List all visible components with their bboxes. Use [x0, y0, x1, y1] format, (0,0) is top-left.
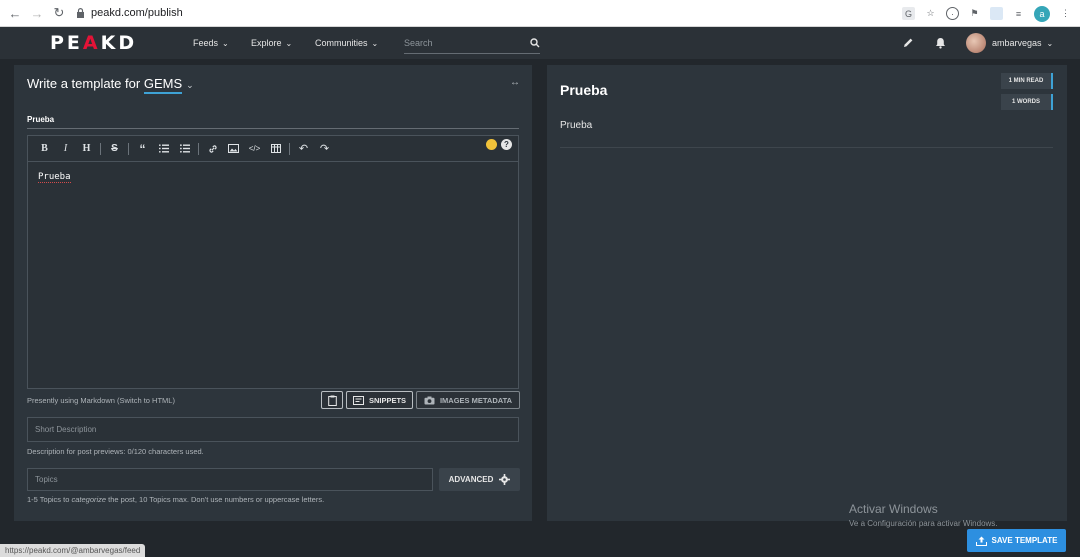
short-description-input[interactable] [27, 417, 519, 442]
lock-icon [77, 8, 84, 18]
description-note: Description for post previews: 0/120 cha… [27, 447, 204, 456]
emoji-icon[interactable] [486, 139, 497, 150]
clipboard-button[interactable] [321, 391, 343, 409]
avatar [966, 33, 986, 53]
more-vert-icon[interactable]: ⋮ [1059, 7, 1072, 20]
forward-icon[interactable]: → [26, 2, 48, 24]
undo-icon[interactable]: ↶ [293, 139, 314, 159]
star-icon[interactable]: ☆ [924, 7, 937, 20]
editor-toolbar: B I H S “ </> ↶ ↷ ? [28, 136, 518, 162]
snippets-button[interactable]: SNIPPETS [346, 391, 413, 409]
browser-profile-avatar[interactable]: a [1034, 5, 1050, 22]
search-input[interactable] [404, 37, 514, 48]
back-icon[interactable]: ← [4, 2, 26, 24]
reading-list-icon[interactable]: ≡ [1012, 7, 1025, 20]
snippets-icon [352, 395, 364, 405]
toolbar-divider [198, 142, 199, 155]
editor-panel: Write a template for GEMS ⌄ ↔ Prueba B I … [14, 65, 532, 521]
quote-icon[interactable]: “ [132, 139, 153, 159]
bold-icon[interactable]: B [34, 139, 55, 159]
chevron-down-icon: ⌄ [1046, 38, 1054, 48]
clipboard-icon [327, 395, 337, 406]
page-title: Write a template for GEMS ⌄ [27, 76, 194, 94]
bell-icon[interactable] [931, 34, 949, 52]
post-title-input[interactable]: Prueba [27, 109, 519, 129]
advanced-button[interactable]: ADVANCED [439, 468, 520, 491]
redo-icon[interactable]: ↷ [314, 139, 335, 159]
preview-panel: Prueba 1 MIN READ 1 WORDS Prueba [547, 65, 1067, 521]
upload-icon [975, 536, 987, 546]
italic-icon[interactable]: I [55, 139, 76, 159]
nav-feeds[interactable]: Feeds ⌄ [193, 27, 229, 59]
chevron-down-icon: ⌄ [285, 38, 293, 48]
toolbar-divider [289, 142, 290, 155]
read-time-badge: 1 MIN READ [1001, 73, 1053, 89]
chevron-down-icon[interactable]: ⌄ [186, 80, 194, 90]
images-metadata-button[interactable]: IMAGES METADATA [416, 391, 520, 409]
divider [560, 147, 1053, 148]
peakd-logo[interactable]: PEAKD [50, 32, 137, 54]
translate-icon[interactable]: G [902, 7, 915, 20]
search-icon[interactable] [530, 37, 540, 48]
strikethrough-icon[interactable]: S [104, 139, 125, 159]
windows-activation-watermark: Activar Windows Ve a Configuración para … [849, 502, 998, 528]
topics-note: 1-5 Topics to categorize the post, 10 To… [27, 495, 325, 504]
chevron-down-icon: ⌄ [222, 38, 229, 48]
topics-input[interactable] [27, 468, 433, 491]
toolbar-divider [100, 142, 101, 155]
markdown-mode-link[interactable]: Presently using Markdown (Switch to HTML… [27, 396, 175, 405]
browser-toolbar: ← → ↻ peakd.com/publish G ☆ · ⚑ ≡ a ⋮ [0, 0, 1080, 27]
preview-body: Prueba [560, 120, 593, 131]
table-icon[interactable] [265, 139, 286, 159]
preview-title: Prueba [560, 82, 608, 98]
camera-icon [424, 396, 435, 404]
shield-extension-icon[interactable] [990, 7, 1003, 20]
app-header: PEAKD Feeds⌄ Explore⌄ Communities⌄ ambar… [0, 27, 1080, 59]
code-icon[interactable]: </> [244, 139, 265, 159]
image-icon[interactable] [223, 139, 244, 159]
nav-explore[interactable]: Explore ⌄ [251, 27, 292, 59]
markdown-editor[interactable]: B I H S “ </> ↶ ↷ ? Prueba [27, 135, 519, 389]
help-icon[interactable]: ? [501, 139, 512, 150]
ordered-list-icon[interactable] [153, 139, 174, 159]
link-icon[interactable] [202, 139, 223, 159]
search-box [404, 32, 540, 54]
nav-communities[interactable]: Communities ⌄ [315, 27, 378, 59]
expand-icon[interactable]: ↔ [510, 77, 520, 88]
heading-icon[interactable]: H [76, 139, 97, 159]
tag-icon[interactable]: ⚑ [968, 7, 981, 20]
unordered-list-icon[interactable] [174, 139, 195, 159]
status-bar-url: https://peakd.com/@ambarvegas/feed [0, 544, 146, 557]
reload-icon[interactable]: ↻ [48, 2, 70, 24]
toolbar-divider [128, 142, 129, 155]
extension-icon[interactable]: · [946, 7, 959, 20]
save-template-button[interactable]: SAVE TEMPLATE [967, 529, 1066, 552]
pencil-icon[interactable] [899, 34, 917, 52]
word-count-badge: 1 WORDS [1001, 94, 1053, 110]
editor-text-area[interactable]: Prueba [28, 162, 518, 192]
address-bar[interactable]: peakd.com/publish [76, 7, 183, 19]
gear-icon [499, 474, 511, 485]
user-menu[interactable]: ambarvegas ⌄ [966, 32, 1053, 54]
community-selector[interactable]: GEMS [143, 76, 183, 94]
url-text: peakd.com/publish [91, 7, 183, 19]
chevron-down-icon: ⌄ [371, 38, 379, 48]
